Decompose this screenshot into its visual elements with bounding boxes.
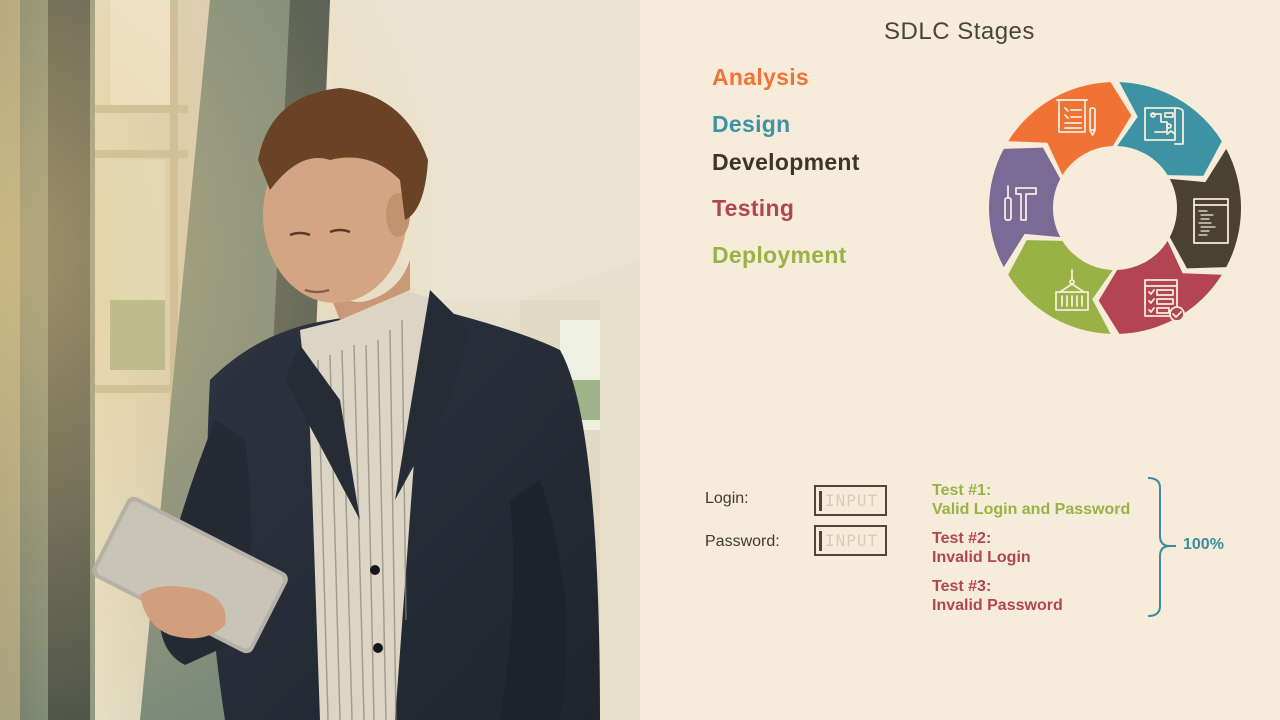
sdlc-cycle-diagram (989, 82, 1241, 334)
password-label: Password: (705, 533, 780, 550)
stage-deployment: Deployment (712, 242, 847, 268)
stage-design: Design (712, 111, 791, 137)
curly-brace (1147, 477, 1176, 617)
test-case-1-desc: Valid Login and Password (932, 501, 1131, 518)
stage-testing: Testing (712, 195, 795, 221)
test-case-2: Test #2: Invalid Login (932, 529, 1031, 567)
password-input-placeholder: INPUT (825, 531, 879, 550)
test-case-1: Test #1: Valid Login and Password (932, 481, 1130, 519)
coverage-percent: 100% (1183, 536, 1224, 553)
password-input[interactable]: INPUT (814, 525, 887, 556)
login-input-placeholder: INPUT (825, 491, 879, 510)
test-case-3: Test #3: Invalid Password (932, 577, 1063, 615)
test-case-3-desc: Invalid Password (932, 597, 1063, 614)
login-label: Login: (705, 490, 749, 507)
slide-title: SDLC Stages (884, 18, 1035, 45)
cycle-segment-design (1117, 82, 1222, 176)
stage-analysis: Analysis (712, 64, 810, 90)
photo-person-tablet (0, 0, 640, 720)
text-caret (819, 530, 822, 551)
test-case-2-desc: Invalid Login (932, 549, 1031, 566)
test-case-1-title: Test #1: (932, 482, 992, 499)
stage-development: Development (712, 149, 860, 175)
test-case-3-title: Test #3: (932, 578, 992, 595)
cycle-segment-deployment (1008, 240, 1113, 334)
test-case-2-title: Test #2: (932, 530, 992, 547)
photo-illustration (0, 0, 640, 720)
login-input[interactable]: INPUT (814, 485, 887, 516)
text-caret (819, 490, 822, 511)
